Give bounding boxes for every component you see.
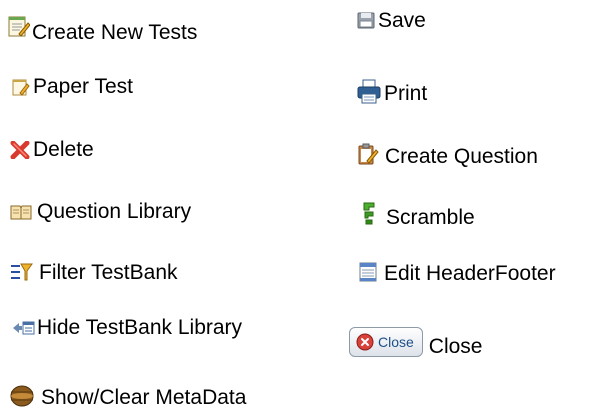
close-circle-icon — [356, 333, 374, 351]
hide-testbank-library-label: Hide TestBank Library — [37, 316, 243, 339]
print-item[interactable]: Print — [357, 79, 427, 105]
red-x-icon — [10, 141, 30, 159]
metadata-disc-icon — [10, 385, 34, 407]
filter-testbank-label: Filter TestBank — [39, 261, 178, 284]
question-library-item[interactable]: Question Library — [10, 201, 191, 223]
open-book-icon — [10, 204, 32, 220]
question-library-label: Question Library — [37, 200, 192, 223]
create-question-label: Create Question — [385, 145, 538, 168]
save-item[interactable]: Save — [357, 10, 426, 32]
edit-headerfooter-item[interactable]: Edit HeaderFooter — [359, 262, 556, 285]
close-item[interactable]: Close Close — [349, 327, 483, 358]
show-clear-metadata-label: Show/Clear MetaData — [41, 386, 247, 409]
close-button[interactable]: Close — [349, 327, 423, 357]
hide-testbank-library-item[interactable]: Hide TestBank Library — [13, 317, 242, 339]
show-clear-metadata-item[interactable]: Show/Clear MetaData — [10, 385, 246, 409]
notepad-pencil-icon — [8, 14, 30, 38]
create-new-tests-label: Create New Tests — [32, 21, 198, 44]
save-label: Save — [378, 9, 426, 32]
close-label: Close — [428, 335, 483, 358]
paper-pencil-icon — [12, 78, 30, 96]
print-label: Print — [384, 82, 428, 105]
create-new-tests-item[interactable]: Create New Tests — [8, 14, 197, 44]
printer-icon — [357, 79, 381, 105]
scramble-label: Scramble — [386, 206, 475, 229]
document-edit-icon — [359, 262, 377, 282]
clipboard-pencil-icon — [357, 143, 379, 165]
hide-panel-icon — [13, 321, 35, 335]
filter-icon — [10, 263, 34, 281]
paper-test-label: Paper Test — [33, 75, 134, 98]
paper-test-item[interactable]: Paper Test — [12, 76, 133, 98]
edit-headerfooter-label: Edit HeaderFooter — [384, 262, 556, 285]
scramble-icon — [362, 201, 376, 225]
create-question-item[interactable]: Create Question — [357, 143, 538, 168]
delete-label: Delete — [33, 138, 94, 161]
close-button-label: Close — [378, 334, 414, 350]
scramble-item[interactable]: Scramble — [362, 201, 475, 229]
delete-item[interactable]: Delete — [10, 139, 94, 161]
floppy-icon — [357, 12, 375, 29]
filter-testbank-item[interactable]: Filter TestBank — [10, 262, 178, 284]
